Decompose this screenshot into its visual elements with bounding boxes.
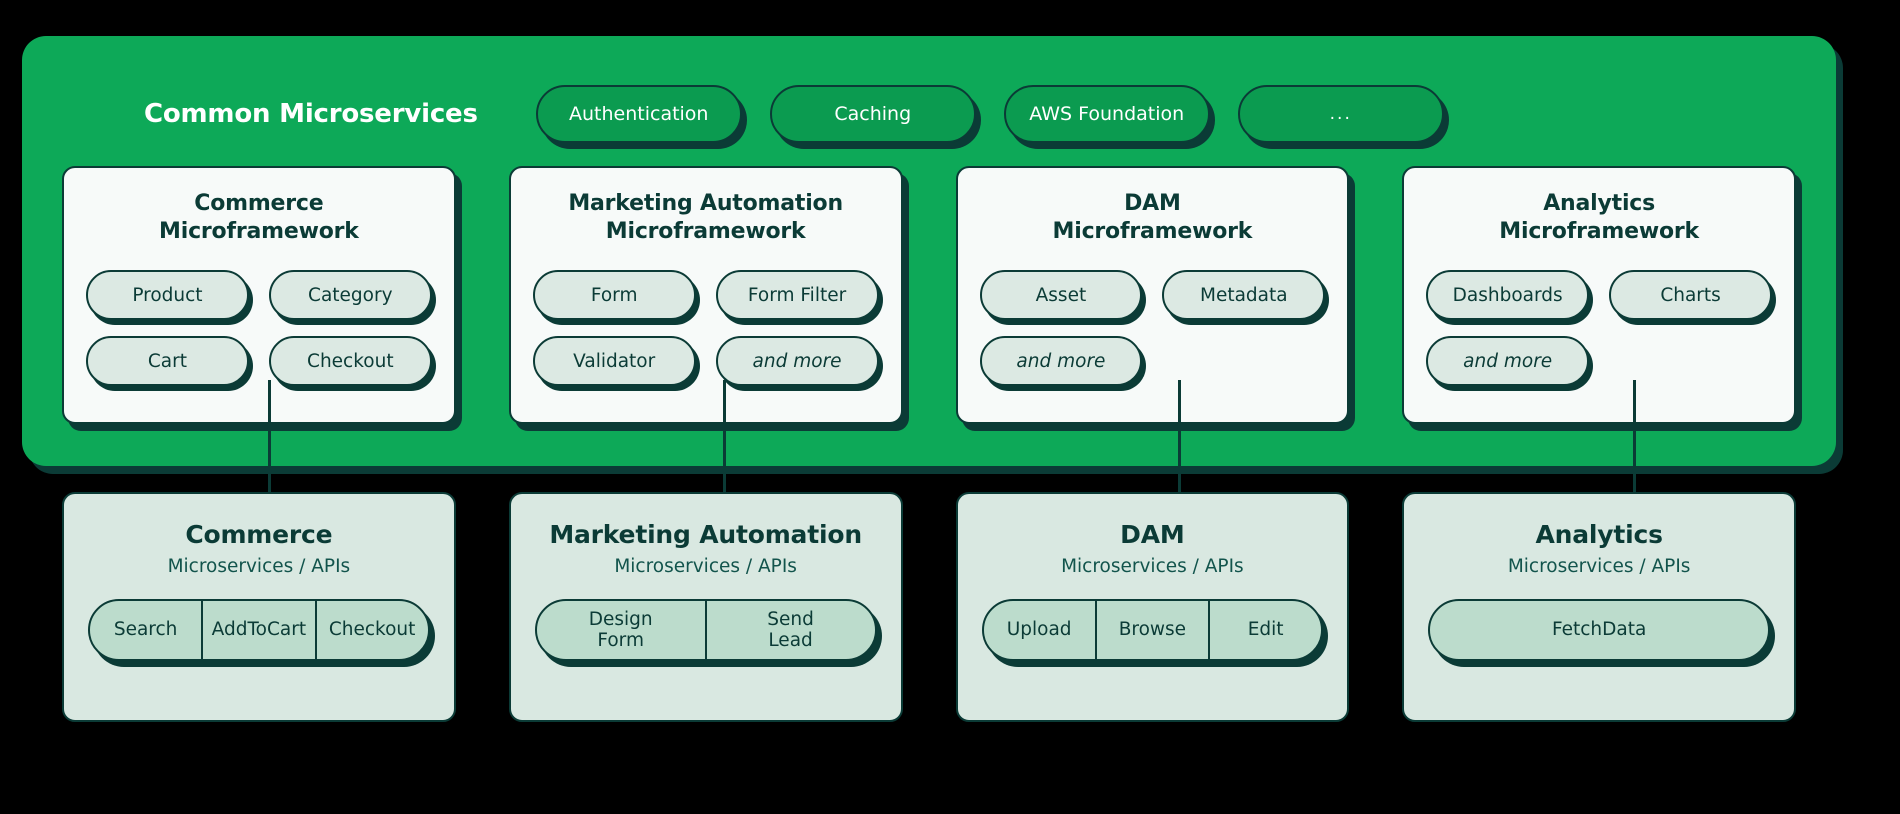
endpoint-segment[interactable]: Send Lead — [704, 601, 875, 659]
service-subtitle: Microservices / APIs — [167, 556, 351, 577]
microframework-card-dam[interactable]: DAM Microframework Asset Metadata and mor… — [955, 166, 1350, 424]
endpoint-segment[interactable]: Search — [90, 601, 201, 659]
service-title: Commerce — [185, 520, 333, 549]
microframework-pill-and-more[interactable]: and more — [979, 336, 1143, 386]
microframework-row: Commerce Microframework Product Category … — [62, 166, 1796, 424]
pill-label: Metadata — [1200, 284, 1288, 306]
service-card-dam[interactable]: DAM Microservices / APIs Upload Browse E… — [955, 492, 1350, 722]
endpoint-label: Search — [113, 619, 178, 641]
endpoint-label: Upload — [1006, 619, 1072, 641]
pill-label: Charts — [1660, 284, 1721, 306]
endpoint-segment[interactable]: AddToCart — [201, 601, 314, 659]
endpoint-segment[interactable]: Edit — [1208, 601, 1321, 659]
endpoint-label: Edit — [1247, 619, 1284, 641]
pill-label: and more — [1016, 350, 1106, 372]
microframework-card-analytics[interactable]: Analytics Microframework Dashboards Chart… — [1402, 166, 1796, 424]
endpoint-label: FetchData — [1551, 619, 1647, 641]
service-card-analytics[interactable]: Analytics Microservices / APIs FetchData — [1402, 492, 1796, 722]
endpoint-segment-group: Design Form Send Lead — [534, 599, 877, 661]
endpoint-segment-group: Search AddToCart Checkout — [88, 599, 430, 661]
connector-line-analytics — [1633, 380, 1636, 495]
service-title: DAM — [1120, 520, 1185, 549]
microframework-card-marketing-automation[interactable]: Marketing Automation Microframework Form … — [508, 166, 903, 424]
endpoint-segment[interactable]: FetchData — [1430, 601, 1768, 659]
microframework-pill-group: Product Category Cart Checkout — [86, 270, 432, 386]
endpoint-segment-group: FetchData — [1428, 599, 1770, 661]
common-service-aws-foundation[interactable]: AWS Foundation — [1003, 85, 1210, 143]
microframework-pill[interactable]: Category — [268, 270, 432, 320]
pill-label: Product — [132, 284, 203, 306]
endpoint-label: Send Lead — [767, 608, 814, 651]
pill-label: and more — [752, 350, 842, 372]
microframework-pill[interactable]: Cart — [86, 336, 249, 386]
microframework-pill[interactable]: Charts — [1609, 270, 1772, 320]
microframework-card-commerce[interactable]: Commerce Microframework Product Category … — [62, 166, 456, 424]
endpoint-label: AddToCart — [211, 619, 307, 641]
endpoint-segment[interactable]: Design Form — [537, 601, 705, 659]
microframework-pill-group: Dashboards Charts and more — [1426, 270, 1772, 386]
pill-label: Checkout — [307, 350, 394, 372]
microservices-row: Commerce Microservices / APIs Search Add… — [62, 492, 1796, 722]
pill-label: Category — [308, 284, 393, 306]
connector-line-commerce — [268, 380, 271, 495]
pill-label: Asset — [1035, 284, 1087, 306]
microframework-pill[interactable]: Product — [86, 270, 249, 320]
service-subtitle: Microservices / APIs — [1061, 556, 1244, 577]
microframework-pill-group: Form Form Filter Validator and more — [532, 270, 879, 386]
endpoint-segment[interactable]: Upload — [984, 601, 1095, 659]
common-platform-panel: Common Microservices Authentication Cach… — [22, 36, 1836, 466]
connector-line-dam — [1178, 380, 1181, 495]
endpoint-segment[interactable]: Checkout — [314, 601, 428, 659]
microframework-pill[interactable]: Form — [532, 270, 696, 320]
service-subtitle: Microservices / APIs — [1507, 556, 1691, 577]
endpoint-label: Browse — [1118, 619, 1187, 641]
diagram-canvas: Common Microservices Authentication Cach… — [0, 0, 1900, 814]
microframework-pill[interactable]: Validator — [532, 336, 696, 386]
microframework-pill-and-more[interactable]: and more — [715, 336, 879, 386]
endpoint-label: Design Form — [588, 608, 653, 651]
microframework-pill[interactable]: Dashboards — [1426, 270, 1590, 320]
common-service-authentication[interactable]: Authentication — [535, 85, 742, 143]
pill-label: Cart — [147, 350, 187, 372]
endpoint-label: Checkout — [328, 619, 416, 641]
microframework-pill-group: Asset Metadata and more — [979, 270, 1326, 386]
microframework-pill[interactable]: Checkout — [268, 336, 432, 386]
microframework-title: Analytics Microframework — [1499, 191, 1699, 245]
common-service-caching[interactable]: Caching — [769, 85, 976, 143]
connector-line-marketing — [723, 380, 726, 495]
pill-label: Form Filter — [747, 284, 847, 306]
service-subtitle: Microservices / APIs — [614, 556, 797, 577]
common-service-more-ellipsis-icon[interactable]: ... — [1237, 85, 1444, 143]
platform-title: Common Microservices — [144, 99, 478, 129]
common-services-header: Common Microservices Authentication Cach… — [22, 84, 1836, 144]
service-card-marketing-automation[interactable]: Marketing Automation Microservices / API… — [508, 492, 903, 722]
microframework-title: Commerce Microframework — [159, 191, 359, 245]
microframework-pill[interactable]: Metadata — [1162, 270, 1326, 320]
ellipsis-icon-label: ... — [1329, 104, 1352, 124]
microframework-pill[interactable]: Asset — [979, 270, 1143, 320]
pill-label: Form — [590, 284, 638, 306]
endpoint-segment[interactable]: Browse — [1094, 601, 1208, 659]
service-title: Marketing Automation — [549, 520, 862, 549]
pill-label: Validator — [573, 350, 656, 372]
microframework-pill-and-more[interactable]: and more — [1426, 336, 1590, 386]
service-title: Analytics — [1535, 520, 1663, 549]
common-service-label: Authentication — [569, 103, 709, 125]
microframework-pill[interactable]: Form Filter — [715, 270, 879, 320]
common-service-label: Caching — [834, 103, 912, 125]
microframework-title: Marketing Automation Microframework — [568, 191, 843, 245]
pill-label: Dashboards — [1452, 284, 1563, 306]
microframework-title: DAM Microframework — [1052, 191, 1253, 245]
pill-label: and more — [1463, 350, 1553, 372]
service-card-commerce[interactable]: Commerce Microservices / APIs Search Add… — [62, 492, 456, 722]
common-service-label: AWS Foundation — [1029, 103, 1185, 125]
endpoint-segment-group: Upload Browse Edit — [981, 599, 1324, 661]
